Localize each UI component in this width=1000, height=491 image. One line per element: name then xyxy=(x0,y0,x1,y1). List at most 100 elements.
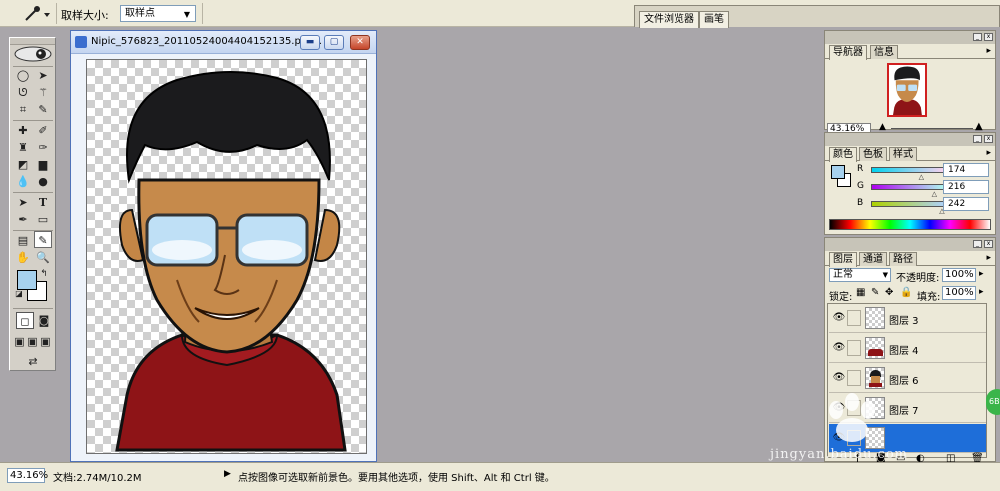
green-channel-label: G xyxy=(857,181,864,191)
layer-link-box[interactable] xyxy=(847,370,861,386)
maximize-button[interactable]: ▢ xyxy=(324,35,344,50)
green-channel-value[interactable]: 216 xyxy=(943,180,989,194)
red-channel-slider[interactable] xyxy=(871,167,947,173)
layer-row-3[interactable]: 👁 图层 3 xyxy=(829,304,986,333)
foreground-color-swatch[interactable] xyxy=(17,270,37,290)
screen-mode-full-icon[interactable]: ▣ xyxy=(39,333,52,350)
healing-icon[interactable]: ✚ xyxy=(14,122,32,139)
slice-icon[interactable]: ✎ xyxy=(34,101,52,118)
quick-mask-icon[interactable]: ◙ xyxy=(35,312,53,329)
history-brush-icon[interactable]: ✑ xyxy=(34,139,52,156)
tab-brushes[interactable]: 画笔 xyxy=(699,11,729,28)
blur-icon[interactable]: 💧 xyxy=(14,173,32,190)
shape-icon[interactable]: ▭ xyxy=(34,211,52,228)
eyedropper-icon[interactable]: ✎ xyxy=(34,231,52,248)
tab-file-browser[interactable]: 文件浏览器 xyxy=(639,11,699,28)
close-icon[interactable]: x xyxy=(984,135,993,143)
tab-styles[interactable]: 样式 xyxy=(889,147,917,161)
color-spectrum-ramp[interactable] xyxy=(829,219,991,230)
panel-grip[interactable]: _ x xyxy=(825,133,995,146)
options-separator xyxy=(56,3,57,24)
visibility-eye-icon[interactable]: 👁 xyxy=(832,312,846,324)
visibility-eye-icon[interactable]: 👁 xyxy=(832,342,846,354)
minimize-icon[interactable]: _ xyxy=(973,240,982,248)
screen-mode-standard-icon[interactable]: ▣ xyxy=(13,333,26,350)
green-channel-thumb[interactable]: △ xyxy=(932,190,937,198)
close-icon[interactable]: x xyxy=(984,33,993,41)
panel-menu-icon[interactable]: ▸ xyxy=(986,148,991,158)
tab-channels[interactable]: 通道 xyxy=(859,252,887,266)
crop-icon[interactable]: ⌗ xyxy=(14,101,32,118)
eraser-icon[interactable]: ◩ xyxy=(14,156,32,173)
notification-badge[interactable]: 6B xyxy=(986,389,1000,415)
tab-swatches[interactable]: 色板 xyxy=(859,147,887,161)
visibility-eye-icon[interactable]: 👁 xyxy=(832,372,846,384)
blue-channel-slider[interactable] xyxy=(871,201,947,207)
lock-all-icon[interactable]: 🔒 xyxy=(900,287,912,298)
photoshop-eye-icon[interactable] xyxy=(12,45,54,63)
stamp-icon[interactable]: ♜ xyxy=(14,139,32,156)
panel-grip[interactable]: _ x xyxy=(825,238,995,251)
color-panel-foreground-swatch[interactable] xyxy=(831,165,845,179)
navigator-panel: _ x 导航器 信息 ▸ 43.16% ▲ ▲ xyxy=(824,30,996,135)
pen-icon[interactable]: ✒ xyxy=(14,211,32,228)
standard-mode-icon[interactable]: ◻ xyxy=(16,312,34,329)
fill-slider-arrow-icon[interactable]: ▸ xyxy=(979,287,984,297)
panel-menu-icon[interactable]: ▸ xyxy=(986,253,991,263)
blue-channel-value[interactable]: 242 xyxy=(943,197,989,211)
red-channel-thumb[interactable]: △ xyxy=(919,173,924,181)
document-titlebar[interactable]: Nipic_576823_20110524004404152135.psd...… xyxy=(71,31,376,54)
zoom-icon[interactable]: 🔍 xyxy=(34,249,52,266)
sample-size-select[interactable]: 取样点 ▼ xyxy=(120,5,196,22)
status-zoom-field[interactable]: 43.16% xyxy=(7,468,48,483)
lock-image-icon[interactable]: ✎ xyxy=(871,287,879,298)
document-canvas[interactable] xyxy=(86,59,367,454)
move-icon[interactable]: ➤ xyxy=(34,67,52,84)
play-arrow-icon[interactable]: ▶ xyxy=(224,469,231,479)
notes-icon[interactable]: ▤ xyxy=(14,232,32,249)
minimize-icon[interactable]: _ xyxy=(973,33,982,41)
zoom-out-icon[interactable]: ▲ xyxy=(879,122,886,132)
swap-colors-icon[interactable]: ↰ xyxy=(38,268,50,280)
marquee-icon[interactable]: ◯ xyxy=(14,67,32,84)
tab-color[interactable]: 颜色 xyxy=(829,147,857,162)
opacity-slider-arrow-icon[interactable]: ▸ xyxy=(979,269,984,279)
type-icon[interactable]: T xyxy=(34,194,52,211)
lasso-icon[interactable]: ᘎ xyxy=(14,84,32,101)
default-colors-icon[interactable]: ◪ xyxy=(14,289,24,299)
toolbox-divider xyxy=(13,308,53,309)
jump-to-imageready-icon[interactable]: ⇄ xyxy=(16,353,50,370)
navigator-thumbnail[interactable] xyxy=(887,63,927,117)
navigator-zoom-slider[interactable] xyxy=(891,128,973,129)
panel-menu-icon[interactable]: ▸ xyxy=(986,46,991,56)
red-channel-value[interactable]: 174 xyxy=(943,163,989,177)
layer-row-4[interactable]: 👁 图层 4 xyxy=(829,334,986,363)
minimize-button[interactable]: ▬ xyxy=(300,35,320,50)
lock-position-icon[interactable]: ✥ xyxy=(885,287,893,298)
magic-wand-icon[interactable]: ⚚ xyxy=(34,84,52,101)
gradient-icon[interactable]: ▆ xyxy=(34,156,52,173)
tab-info[interactable]: 信息 xyxy=(870,45,898,59)
path-select-icon[interactable]: ➤ xyxy=(14,194,32,211)
dodge-icon[interactable]: ● xyxy=(34,173,52,190)
fill-field[interactable]: 100% xyxy=(942,286,976,300)
close-icon[interactable]: x xyxy=(984,240,993,248)
screen-mode-full-menu-icon[interactable]: ▣ xyxy=(26,333,39,350)
layer-link-box[interactable] xyxy=(847,310,861,326)
zoom-in-icon[interactable]: ▲ xyxy=(975,121,983,132)
tab-navigator[interactable]: 导航器 xyxy=(829,45,867,60)
close-button[interactable]: ✕ xyxy=(350,35,370,50)
minimize-icon[interactable]: _ xyxy=(973,135,982,143)
blend-mode-select[interactable]: 正常 ▼ xyxy=(829,268,891,282)
hand-icon[interactable]: ✋ xyxy=(14,249,32,266)
panel-grip[interactable]: _ x xyxy=(825,31,995,44)
tool-preset-picker[interactable] xyxy=(22,5,54,23)
brush-icon[interactable]: ✐ xyxy=(34,122,52,139)
tab-layers[interactable]: 图层 xyxy=(829,252,857,267)
status-document-size[interactable]: 文档:2.74M/10.2M xyxy=(53,469,142,484)
tab-paths[interactable]: 路径 xyxy=(889,252,917,266)
layer-link-box[interactable] xyxy=(847,340,861,356)
lock-transparency-icon[interactable]: ▦ xyxy=(856,287,865,298)
toolbox-header[interactable] xyxy=(10,38,55,45)
opacity-field[interactable]: 100% xyxy=(942,268,976,282)
